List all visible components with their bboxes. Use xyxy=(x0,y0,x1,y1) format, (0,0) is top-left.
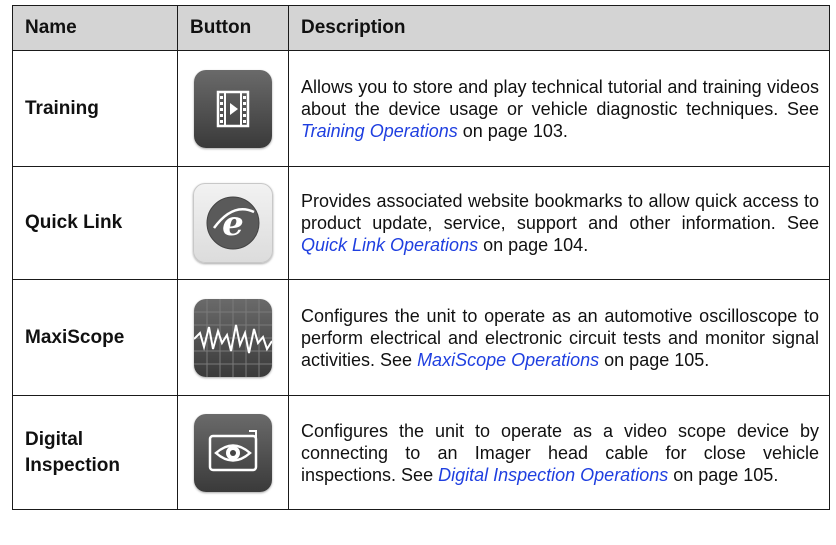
digital-inspection-operations-link[interactable]: Digital Inspection Operations xyxy=(438,465,668,485)
quick-link-browser-icon[interactable]: e xyxy=(193,183,273,263)
training-film-icon[interactable] xyxy=(194,69,272,148)
header-description: Description xyxy=(288,5,830,51)
digital-inspection-eye-icon[interactable] xyxy=(194,413,272,492)
row-name: Digital Inspection xyxy=(12,395,178,510)
maxiscope-waveform-icon[interactable] xyxy=(194,298,272,377)
row-name: Training xyxy=(12,50,178,167)
table-row: MaxiScope Configures the unit to operate… xyxy=(12,279,830,396)
table-row: Digital Inspection Configures the unit to… xyxy=(12,395,830,510)
row-description: Configures the unit to operate as an aut… xyxy=(288,279,830,396)
table-row: Quick Link e Provides associated website… xyxy=(12,166,830,280)
header-name: Name xyxy=(12,5,178,51)
row-name: MaxiScope xyxy=(12,279,178,396)
row-description: Provides associated website bookmarks to… xyxy=(288,166,830,280)
quick-link-operations-link[interactable]: Quick Link Operations xyxy=(301,235,478,255)
header-button: Button xyxy=(177,5,289,51)
table-row: Training Allows you to store and play te… xyxy=(12,50,830,167)
table-header-row: Name Button Description xyxy=(12,5,830,51)
row-description: Configures the unit to operate as a vide… xyxy=(288,395,830,510)
feature-table: Name Button Description Training Allows … xyxy=(12,5,830,510)
row-name: Quick Link xyxy=(12,166,178,280)
maxiscope-operations-link[interactable]: MaxiScope Operations xyxy=(417,350,599,370)
row-description: Allows you to store and play technical t… xyxy=(288,50,830,167)
training-operations-link[interactable]: Training Operations xyxy=(301,121,458,141)
